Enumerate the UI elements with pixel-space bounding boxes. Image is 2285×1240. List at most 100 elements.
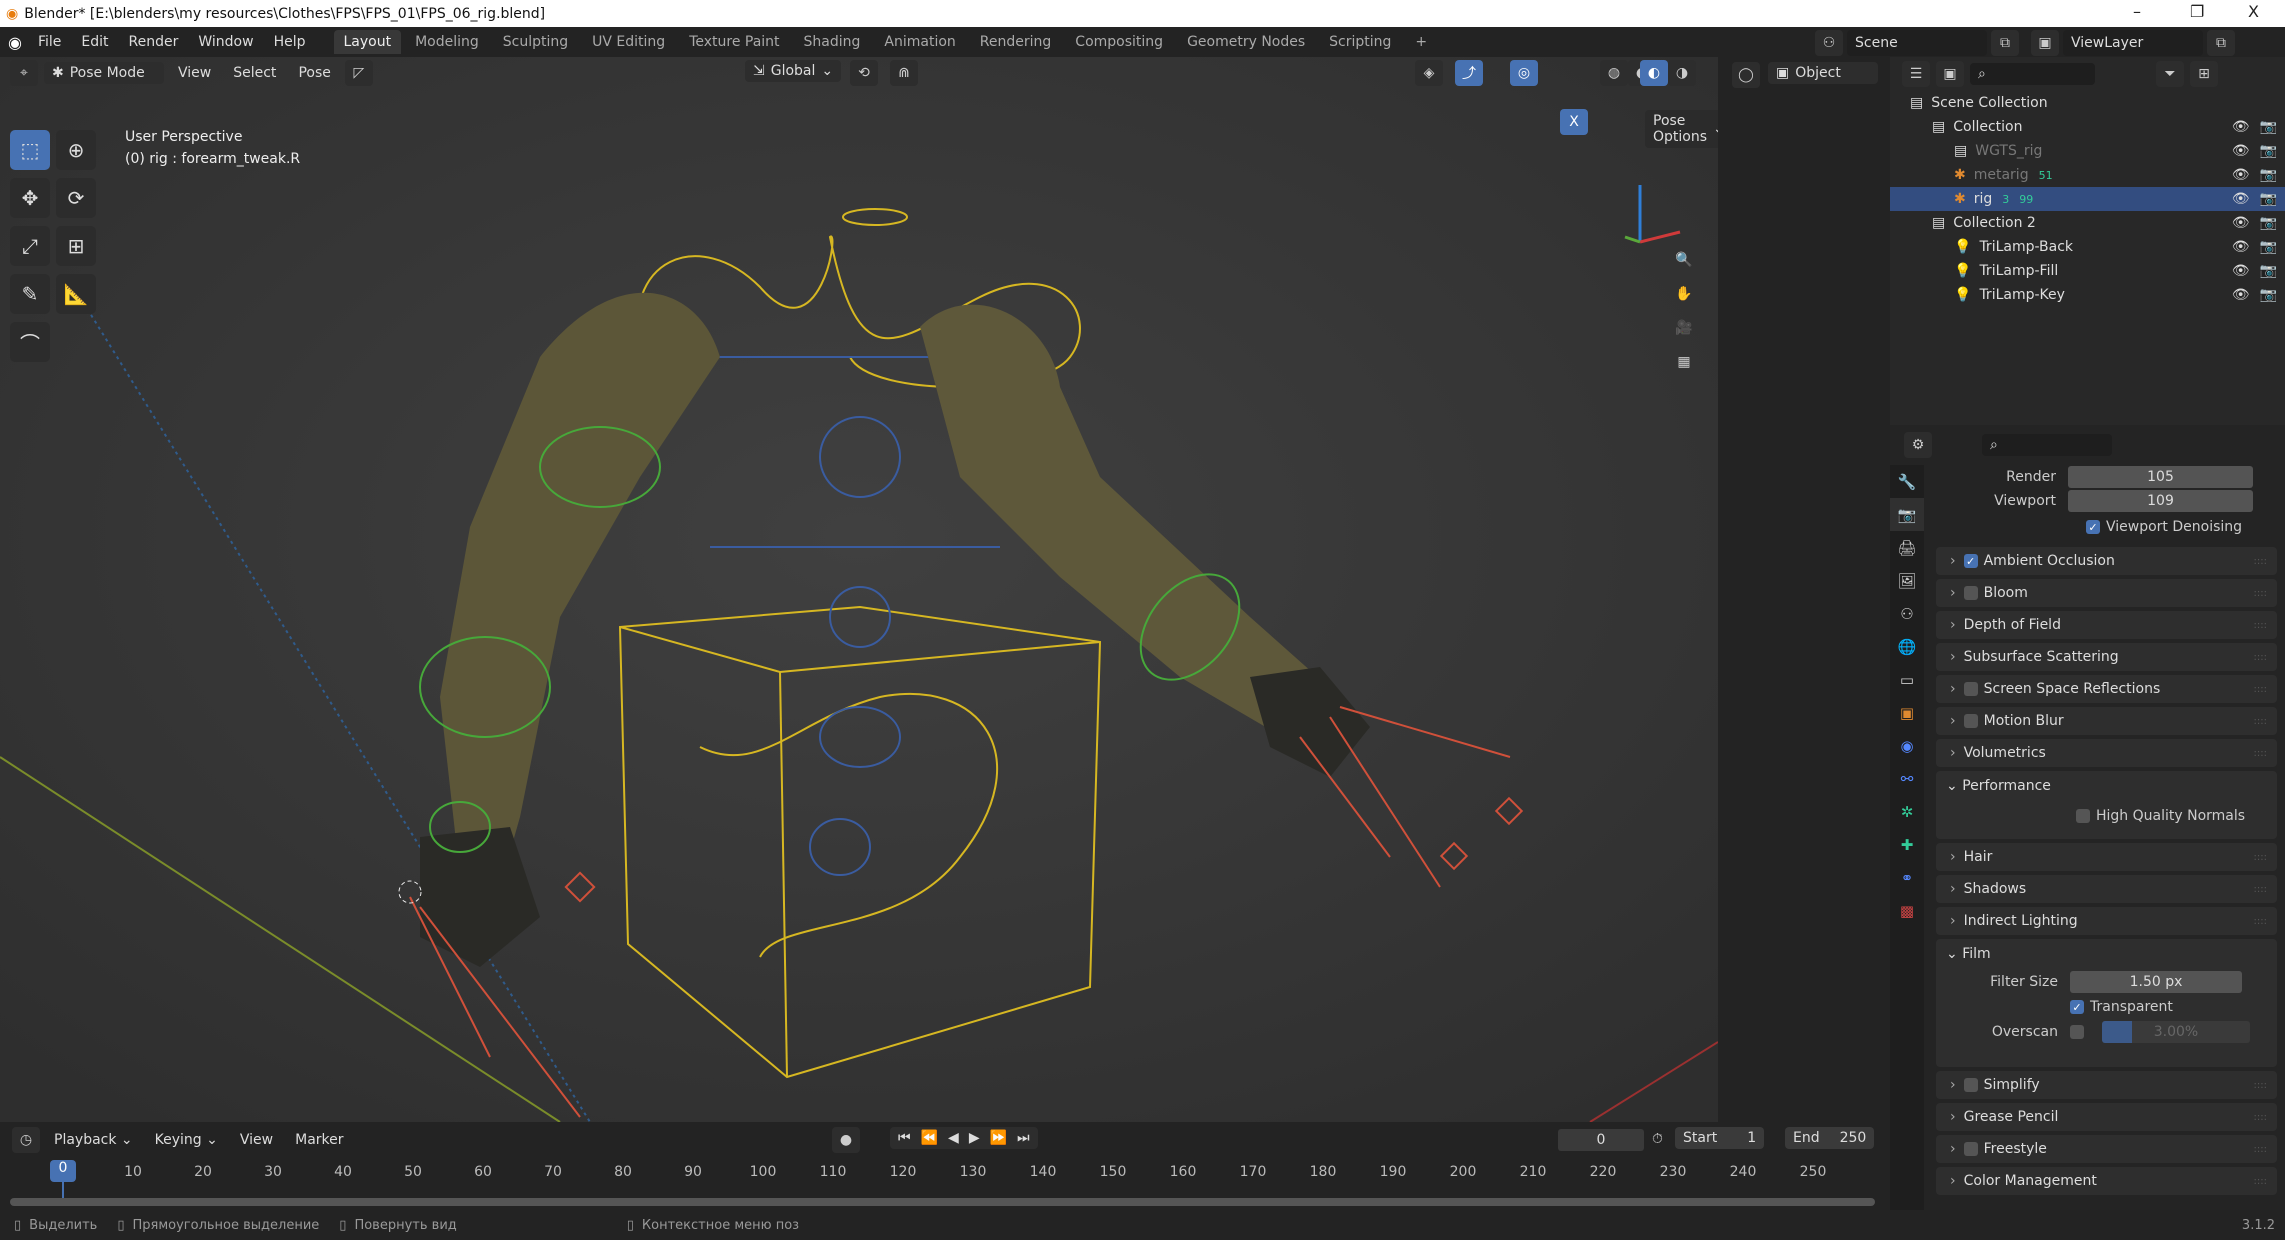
mode-dropdown[interactable]: ✱ Pose Mode xyxy=(44,62,164,84)
playhead[interactable]: 0 xyxy=(50,1160,76,1182)
scale-tool[interactable]: ⤢ xyxy=(10,226,50,266)
render-camera-icon[interactable]: 📷 xyxy=(2260,239,2277,255)
new-scene-button[interactable]: ⧉ xyxy=(1991,30,2019,56)
bone-tab-icon[interactable]: ✚ xyxy=(1890,828,1924,861)
render-tab-icon[interactable]: 📷 xyxy=(1890,498,1924,531)
transparent-checkbox[interactable]: ✓ Transparent xyxy=(2070,995,2277,1019)
panel-enable-checkbox[interactable] xyxy=(1963,1142,1978,1156)
object-interaction-icon[interactable]: ◯ xyxy=(1732,62,1760,88)
drag-grip-icon[interactable]: :::: xyxy=(2254,684,2267,695)
ortho-grid-icon[interactable]: ▦ xyxy=(1670,349,1698,375)
outliner-item[interactable]: ▤ Collection 2 👁 📷 xyxy=(1890,211,2285,235)
outliner-item[interactable]: ✱ metarig 51 👁 📷 xyxy=(1890,163,2285,187)
tab-uv-editing[interactable]: UV Editing xyxy=(582,30,675,54)
drag-grip-icon[interactable]: :::: xyxy=(2254,748,2267,759)
outliner-item[interactable]: ▤ Scene Collection xyxy=(1890,91,2285,115)
menu-help[interactable]: Help xyxy=(266,31,314,53)
tab-sculpting[interactable]: Sculpting xyxy=(493,30,578,54)
orientation-dropdown[interactable]: ⇲ Global ⌄ xyxy=(745,60,842,82)
scene-selector[interactable]: Scene xyxy=(1847,30,1987,56)
outliner-item[interactable]: 💡 TriLamp-Fill 👁 📷 xyxy=(1890,259,2285,283)
frame-ruler[interactable]: 10 20 30 40 50 60 70 80 90 100 110 120 130 140 150 160 1… xyxy=(0,1122,1890,1210)
3d-viewport[interactable]: User Perspective (0) rig : forearm_tweak… xyxy=(0,57,1718,1122)
panel-ambient-occlusion[interactable]: › ✓ Ambient Occlusion:::: xyxy=(1936,547,2277,575)
overscan-checkbox[interactable] xyxy=(2070,1025,2084,1039)
blender-menu-icon[interactable]: ◉ xyxy=(8,33,22,52)
bone-constraint-tab-icon[interactable]: ⚭ xyxy=(1890,861,1924,894)
menu-pose[interactable]: Pose xyxy=(290,62,338,84)
panel-hair[interactable]: › Hair:::: xyxy=(1936,843,2277,871)
menu-file[interactable]: File xyxy=(30,31,69,53)
panel-subsurface-scattering[interactable]: › Subsurface Scattering:::: xyxy=(1936,643,2277,671)
new-collection-icon[interactable]: ⊞ xyxy=(2190,61,2218,87)
tool-tab-icon[interactable]: 🔧 xyxy=(1890,465,1924,498)
drag-grip-icon[interactable]: :::: xyxy=(2254,884,2267,895)
close-button[interactable]: X xyxy=(2248,2,2259,21)
properties-search-input[interactable]: ⌕ xyxy=(1982,434,2112,456)
view-layer-icon[interactable]: ▣ xyxy=(2031,30,2059,56)
render-camera-icon[interactable]: 📷 xyxy=(2260,191,2277,207)
transform-tool[interactable]: ⊞ xyxy=(56,226,96,266)
menu-window[interactable]: Window xyxy=(190,31,261,53)
measure-tool[interactable]: 📐 xyxy=(56,274,96,314)
x-mirror-button[interactable]: X xyxy=(1560,109,1588,135)
object-mode-dropdown[interactable]: ▣ Object xyxy=(1768,62,1878,84)
armature-data-tab-icon[interactable]: ✲ xyxy=(1890,795,1924,828)
drag-grip-icon[interactable]: :::: xyxy=(2254,1176,2267,1187)
tab-compositing[interactable]: Compositing xyxy=(1065,30,1173,54)
filter-size-field[interactable]: 1.50 px xyxy=(2070,971,2242,993)
world-tab-icon[interactable]: 🌐 xyxy=(1890,630,1924,663)
material-shading-icon[interactable]: ◐ xyxy=(1640,60,1668,86)
render-camera-icon[interactable]: 📷 xyxy=(2260,215,2277,231)
scene-tab-icon[interactable]: ⚇ xyxy=(1890,597,1924,630)
tab-shading[interactable]: Shading xyxy=(794,30,871,54)
panel-bloom[interactable]: › Bloom:::: xyxy=(1936,579,2277,607)
tab-modeling[interactable]: Modeling xyxy=(405,30,489,54)
visibility-icon[interactable]: ◈ xyxy=(1415,60,1443,86)
zoom-icon[interactable]: 🔍 xyxy=(1670,247,1698,273)
render-camera-icon[interactable]: 📷 xyxy=(2260,167,2277,183)
annotate-tool[interactable]: ✎ xyxy=(10,274,50,314)
outliner-item[interactable]: 💡 TriLamp-Back 👁 📷 xyxy=(1890,235,2285,259)
physics-tab-icon[interactable]: ◉ xyxy=(1890,729,1924,762)
scene-icon[interactable]: ⚇ xyxy=(1815,30,1843,56)
tab-rendering[interactable]: Rendering xyxy=(970,30,1062,54)
panel-enable-checkbox[interactable] xyxy=(1963,1078,1978,1092)
panel-enable-checkbox[interactable] xyxy=(1963,586,1978,600)
object-tab-icon[interactable]: ▣ xyxy=(1890,696,1924,729)
render-samples-field[interactable]: 105 xyxy=(2068,466,2253,488)
drag-grip-icon[interactable]: :::: xyxy=(2254,716,2267,727)
menu-view[interactable]: View xyxy=(170,62,219,84)
overlay-toggle-icon[interactable]: ◎ xyxy=(1510,60,1538,86)
minimize-button[interactable]: – xyxy=(2133,2,2141,21)
visibility-eye-icon[interactable]: 👁 xyxy=(2232,239,2250,255)
pose-options-dropdown[interactable]: Pose Options⌄ xyxy=(1645,110,1718,148)
rotate-tool[interactable]: ⟳ xyxy=(56,178,96,218)
drag-grip-icon[interactable]: :::: xyxy=(2254,556,2267,567)
visibility-eye-icon[interactable]: 👁 xyxy=(2232,287,2250,303)
view-layer-selector[interactable]: ViewLayer xyxy=(2063,30,2203,56)
display-mode-icon[interactable]: ☰ xyxy=(1902,61,1930,87)
visibility-eye-icon[interactable]: 👁 xyxy=(2232,263,2250,279)
tab-texture-paint[interactable]: Texture Paint xyxy=(679,30,789,54)
panel-depth-of-field[interactable]: › Depth of Field:::: xyxy=(1936,611,2277,639)
pan-hand-icon[interactable]: ✋ xyxy=(1670,281,1698,307)
gizmo-toggle-icon[interactable]: ⤴ xyxy=(1455,60,1483,86)
menu-select[interactable]: Select xyxy=(225,62,284,84)
panel-freestyle[interactable]: › Freestyle:::: xyxy=(1936,1135,2277,1163)
drag-grip-icon[interactable]: :::: xyxy=(2254,916,2267,927)
visibility-eye-icon[interactable]: 👁 xyxy=(2232,143,2250,159)
new-view-layer-button[interactable]: ⧉ xyxy=(2207,30,2235,56)
performance-header[interactable]: ⌄ Performance xyxy=(1936,771,2277,801)
constraints-tab-icon[interactable]: ⚯ xyxy=(1890,762,1924,795)
drag-grip-icon[interactable]: :::: xyxy=(2254,1080,2267,1091)
render-camera-icon[interactable]: 📷 xyxy=(2260,287,2277,303)
properties-editor-type-icon[interactable]: ⚙ xyxy=(1904,432,1932,458)
visibility-eye-icon[interactable]: 👁 xyxy=(2232,167,2250,183)
outliner-item[interactable]: ✱ rig 3 99 👁 📷 xyxy=(1890,187,2285,211)
panel-color-management[interactable]: › Color Management:::: xyxy=(1936,1167,2277,1195)
wireframe-shading-icon[interactable]: ◍ xyxy=(1600,60,1628,86)
outliner-item[interactable]: ▤ Collection 👁 📷 xyxy=(1890,115,2285,139)
pose-lib-icon[interactable]: ◸ xyxy=(344,60,373,86)
panel-indirect-lighting[interactable]: › Indirect Lighting:::: xyxy=(1936,907,2277,935)
